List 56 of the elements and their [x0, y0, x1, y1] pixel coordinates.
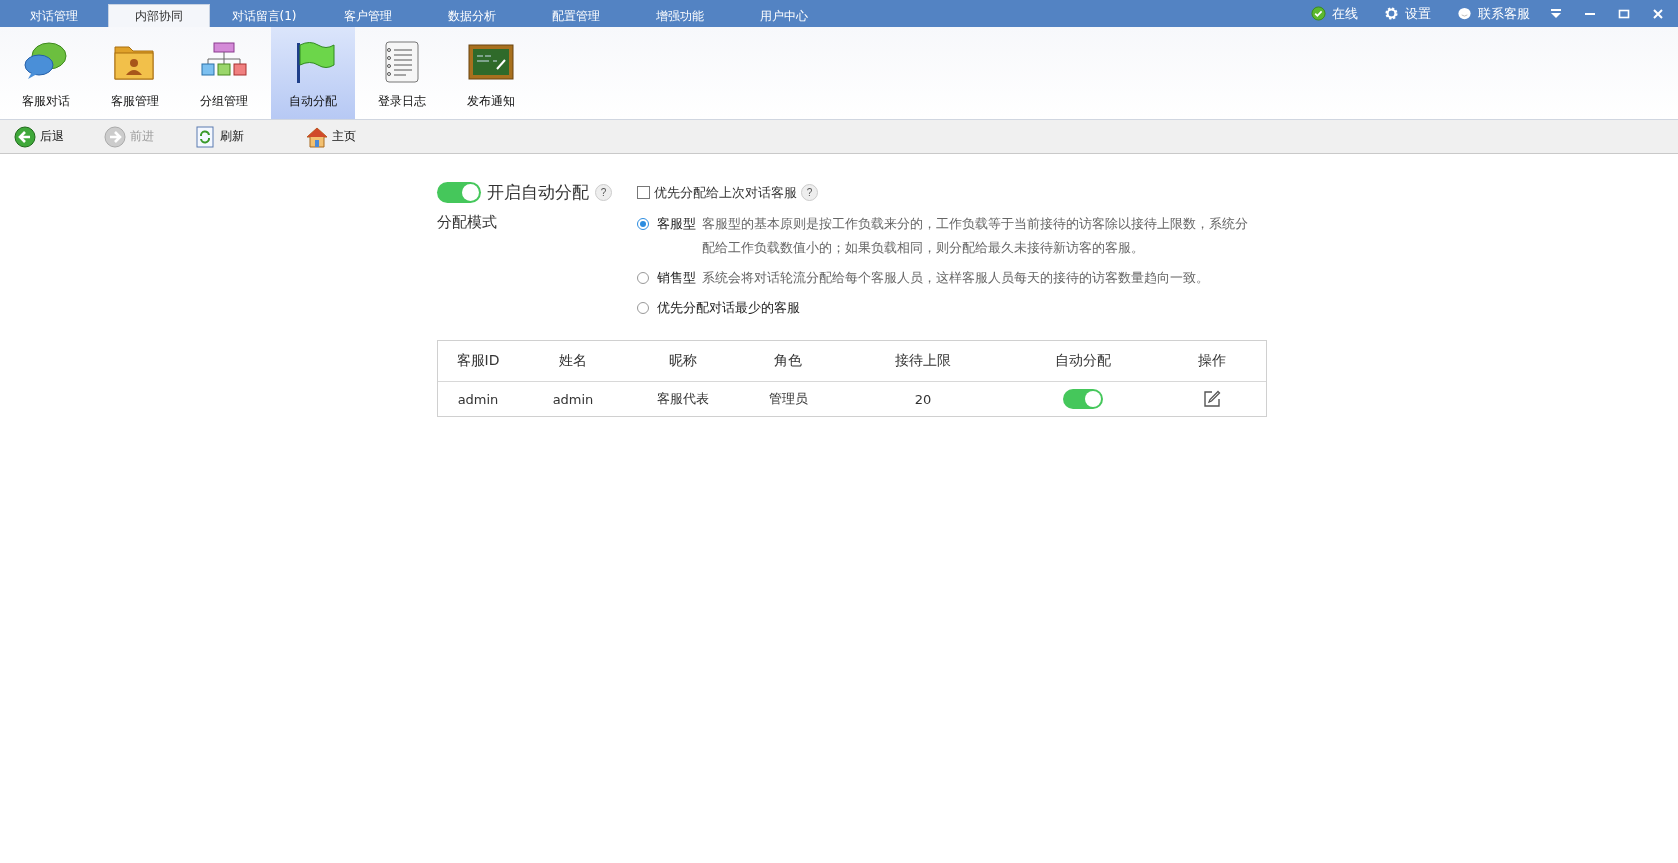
- column-header: 姓名: [558, 351, 588, 370]
- nav-button[interactable]: 刷新: [194, 125, 258, 148]
- checkbox-label: 优先分配给上次对话客服: [654, 183, 797, 202]
- column-header: 昵称: [668, 351, 698, 370]
- toolbar-button[interactable]: 客服对话: [4, 27, 88, 119]
- edit-icon[interactable]: [1203, 390, 1221, 408]
- nav-button[interactable]: 主页: [306, 125, 370, 148]
- chat-bubble-icon: [1457, 6, 1472, 21]
- help-button[interactable]: ?: [595, 184, 612, 201]
- house-icon: [306, 125, 328, 148]
- setting-label: 分配模式: [437, 213, 497, 231]
- toolbar-button[interactable]: 发布通知: [449, 27, 533, 119]
- nav-button[interactable]: 后退: [14, 125, 78, 148]
- toolbar-button[interactable]: 登录日志: [360, 27, 444, 119]
- column-header: 自动分配: [1054, 351, 1112, 370]
- menu-tab[interactable]: 对话留言(1): [214, 5, 314, 27]
- setting-label: 开启自动分配: [487, 181, 589, 204]
- menu-tab[interactable]: 用户中心: [734, 5, 834, 27]
- menu-tab[interactable]: 增强功能: [630, 5, 730, 27]
- dropdown-icon[interactable]: [1550, 8, 1562, 19]
- column-header: 操作: [1197, 351, 1227, 370]
- checkbox[interactable]: [637, 186, 650, 199]
- toolbar-button[interactable]: 客服管理: [93, 27, 177, 119]
- table-cell-text: 管理员: [767, 390, 809, 408]
- radio-label: 优先分配对话最少的客服: [657, 299, 800, 317]
- top-link[interactable]: 在线: [1332, 4, 1358, 23]
- table-cell-text: 客服代表: [656, 390, 710, 408]
- radio-label: 销售型: [657, 269, 696, 287]
- menu-tab[interactable]: 对话管理: [4, 5, 104, 27]
- arrow-right-icon: [104, 125, 126, 148]
- toolbar-button[interactable]: 分组管理: [182, 27, 266, 119]
- table-cell-text: admin: [456, 390, 500, 409]
- menu-tab[interactable]: 内部协同: [108, 4, 210, 27]
- check-circle-icon: [1311, 6, 1326, 21]
- menu-tab[interactable]: 客户管理: [318, 5, 418, 27]
- column-header: 角色: [773, 351, 803, 370]
- radio-label: 客服型: [657, 215, 696, 233]
- mode-description: 系统会将对话轮流分配给每个客服人员，这样客服人员每天的接待的访客数量趋向一致。: [702, 269, 1209, 287]
- settings-icon: [1384, 6, 1399, 21]
- column-header: 接待上限: [894, 351, 952, 370]
- toolbar-button[interactable]: 自动分配: [271, 27, 355, 119]
- arrow-left-icon: [14, 125, 36, 148]
- refresh-icon: [194, 125, 216, 148]
- help-button[interactable]: ?: [801, 184, 818, 201]
- toggle-switch[interactable]: [1063, 389, 1103, 409]
- table-cell-text: 20: [913, 390, 933, 409]
- menu-tab[interactable]: 数据分析: [422, 5, 522, 27]
- mode-description: 客服型的基本原则是按工作负载来分的，工作负载等于当前接待的访客除以接待上限数，系统分配给工作负载数值小的；如果负载相同，则分配给最久未接待新访客的客服。: [702, 215, 1249, 257]
- menu-tab[interactable]: 配置管理: [526, 5, 626, 27]
- toggle-switch[interactable]: [437, 182, 481, 203]
- top-link[interactable]: 设置: [1405, 4, 1431, 23]
- column-header: 客服ID: [455, 351, 501, 370]
- maximize-icon[interactable]: [1618, 7, 1630, 20]
- table-cell-text: admin: [551, 390, 595, 409]
- top-link[interactable]: 联系客服: [1478, 4, 1530, 23]
- close-icon[interactable]: [1652, 7, 1664, 20]
